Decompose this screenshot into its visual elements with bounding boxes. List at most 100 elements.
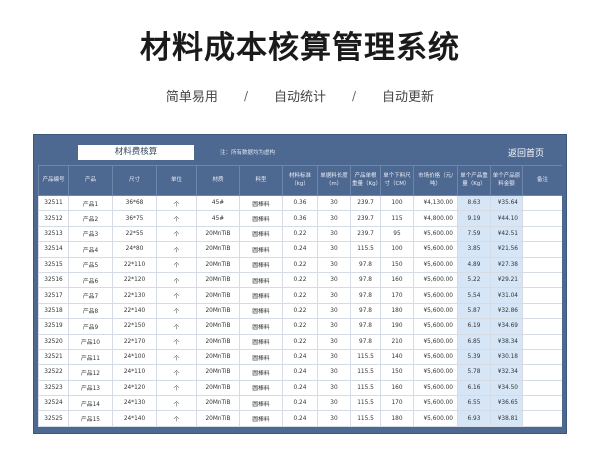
table-cell[interactable]: ¥29.21 [490,271,523,289]
table-cell[interactable]: 产品15 [68,410,113,427]
table-cell[interactable]: 0.22 [282,271,318,289]
table-cell[interactable]: 190 [380,318,414,335]
table-cell[interactable]: 个 [156,241,197,258]
table-cell[interactable]: 97.8 [350,256,381,273]
table-cell[interactable]: 5.87 [457,302,491,320]
table-cell[interactable]: ¥5,600.00 [413,395,458,412]
table-cell[interactable]: 32512 [38,210,69,227]
table-cell[interactable]: 20MnTiB [196,333,240,350]
table-cell[interactable]: 圆棒料 [239,348,283,366]
table-cell[interactable]: ¥5,600.00 [413,333,458,350]
table-cell[interactable]: 产品11 [68,348,113,366]
table-cell[interactable]: 20MnTiB [196,287,240,304]
table-cell[interactable]: 160 [380,379,414,397]
table-cell[interactable]: 30 [317,287,351,304]
table-cell[interactable]: 6.85 [457,333,491,350]
table-cell[interactable] [522,395,562,412]
table-cell[interactable]: ¥31.04 [490,287,523,304]
table-cell[interactable]: 产品5 [68,256,113,273]
table-cell[interactable]: 0.24 [282,364,318,381]
table-cell[interactable]: 6.16 [457,379,491,397]
table-cell[interactable]: 32525 [38,410,69,427]
table-cell[interactable]: 5.54 [457,287,491,304]
table-cell[interactable]: 115 [380,210,414,227]
table-cell[interactable]: 个 [156,348,197,366]
table-cell[interactable]: 个 [156,379,197,397]
table-cell[interactable]: 140 [380,348,414,366]
table-cell[interactable]: 0.24 [282,348,318,366]
table-cell[interactable]: 3.85 [457,241,491,258]
table-cell[interactable]: 160 [380,271,414,289]
table-cell[interactable]: 7.59 [457,225,491,243]
table-cell[interactable]: 个 [156,287,197,304]
table-cell[interactable]: ¥5,600.00 [413,241,458,258]
table-cell[interactable]: 22*110 [112,256,157,273]
table-cell[interactable]: 产品7 [68,287,113,304]
table-cell[interactable]: 4.89 [457,256,491,273]
table-cell[interactable]: 个 [156,271,197,289]
table-cell[interactable]: 95 [380,225,414,243]
table-cell[interactable]: 5.39 [457,348,491,366]
table-cell[interactable]: 24*80 [112,241,157,258]
table-cell[interactable]: 22*55 [112,225,157,243]
table-cell[interactable]: 97.8 [350,302,381,320]
table-cell[interactable]: 0.36 [282,210,318,227]
table-cell[interactable]: 个 [156,210,197,227]
table-cell[interactable]: 30 [317,348,351,366]
table-cell[interactable]: 239.7 [350,194,381,212]
table-cell[interactable]: ¥32.86 [490,302,523,320]
table-cell[interactable]: ¥5,600.00 [413,348,458,366]
table-cell[interactable]: 产品6 [68,271,113,289]
table-cell[interactable]: 100 [380,194,414,212]
table-cell[interactable]: 个 [156,333,197,350]
table-cell[interactable]: 36*68 [112,194,157,212]
table-cell[interactable]: 圆棒料 [239,333,283,350]
table-cell[interactable]: 圆棒料 [239,318,283,335]
table-cell[interactable]: 45# [196,210,240,227]
table-cell[interactable]: 个 [156,194,197,212]
table-cell[interactable]: 6.93 [457,410,491,427]
table-cell[interactable]: 6.19 [457,318,491,335]
table-cell[interactable]: ¥34.69 [490,318,523,335]
table-cell[interactable]: ¥27.38 [490,256,523,273]
table-cell[interactable]: 24*100 [112,348,157,366]
table-cell[interactable]: ¥5,600.00 [413,287,458,304]
table-cell[interactable]: 30 [317,194,351,212]
table-cell[interactable]: 产品14 [68,395,113,412]
table-cell[interactable] [522,210,562,227]
table-cell[interactable]: 5.22 [457,271,491,289]
table-cell[interactable]: 30 [317,395,351,412]
table-cell[interactable]: 32522 [38,364,69,381]
table-cell[interactable]: 150 [380,256,414,273]
table-cell[interactable]: 115.5 [350,395,381,412]
table-cell[interactable]: 100 [380,241,414,258]
table-cell[interactable]: ¥5,600.00 [413,271,458,289]
table-cell[interactable]: 圆棒料 [239,256,283,273]
table-cell[interactable]: 20MnTiB [196,256,240,273]
table-cell[interactable]: 产品4 [68,241,113,258]
table-cell[interactable]: 产品1 [68,194,113,212]
table-cell[interactable]: 20MnTiB [196,410,240,427]
table-cell[interactable]: 115.5 [350,410,381,427]
table-cell[interactable]: 个 [156,364,197,381]
table-cell[interactable]: 32520 [38,333,69,350]
table-cell[interactable]: 30 [317,271,351,289]
table-cell[interactable]: 0.24 [282,241,318,258]
back-home-button[interactable]: 返回首页 [508,146,544,159]
table-cell[interactable]: 32521 [38,348,69,366]
table-cell[interactable]: 0.22 [282,318,318,335]
table-cell[interactable]: 30 [317,318,351,335]
table-cell[interactable]: ¥5,600.00 [413,364,458,381]
table-cell[interactable]: 24*140 [112,410,157,427]
table-cell[interactable]: 32519 [38,318,69,335]
table-cell[interactable]: 45# [196,194,240,212]
table-cell[interactable]: 32514 [38,241,69,258]
table-cell[interactable]: 30 [317,241,351,258]
table-cell[interactable]: 产品12 [68,364,113,381]
table-cell[interactable]: ¥5,600.00 [413,225,458,243]
table-cell[interactable]: 圆棒料 [239,241,283,258]
table-cell[interactable] [522,302,562,320]
table-cell[interactable]: 115.5 [350,364,381,381]
table-cell[interactable]: 97.8 [350,287,381,304]
table-cell[interactable]: 22*150 [112,318,157,335]
